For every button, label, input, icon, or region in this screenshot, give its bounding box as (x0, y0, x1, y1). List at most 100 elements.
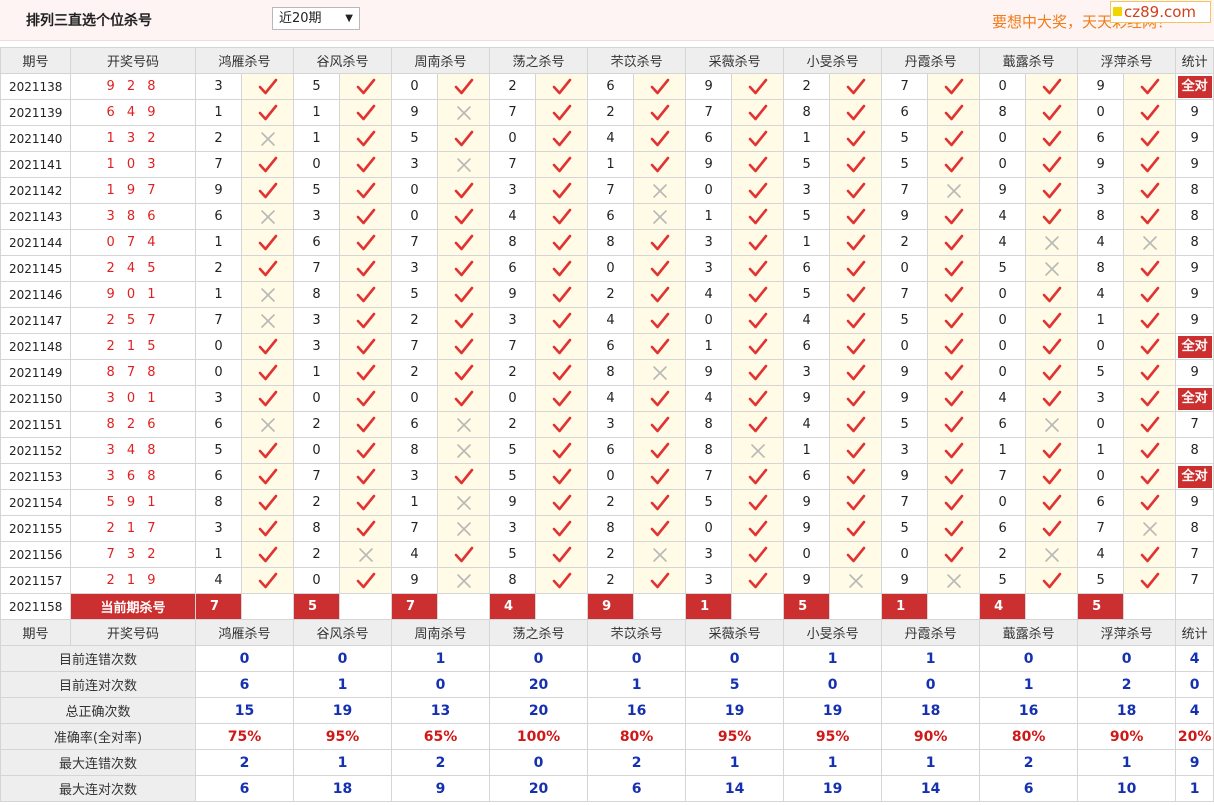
check-icon (846, 286, 865, 302)
kill-number-cell: 7 (293, 255, 341, 282)
period-cell: 2021150 (0, 385, 71, 412)
result-mark-cell (633, 229, 687, 256)
summary-value: 1 (783, 645, 883, 672)
cross-icon (1142, 235, 1157, 250)
column-header-period: 期号 (0, 619, 71, 646)
result-mark-cell (339, 515, 393, 542)
kill-number-cell: 9 (685, 151, 733, 178)
result-mark-cell (1123, 177, 1177, 204)
summary-label: 最大连对次数 (0, 775, 196, 802)
result-mark-cell (731, 99, 785, 126)
cross-icon (456, 443, 471, 458)
period-cell: 2021151 (0, 411, 71, 438)
check-icon (356, 260, 375, 276)
kill-number-cell: 2 (979, 541, 1027, 568)
kill-number-cell: 0 (685, 307, 733, 334)
kill-number-cell: 4 (587, 125, 635, 152)
check-icon (356, 338, 375, 354)
check-icon (944, 260, 963, 276)
summary-value: 75% (194, 723, 295, 750)
summary-label: 目前连对次数 (0, 671, 196, 698)
result-mark-cell (829, 99, 883, 126)
result-mark-cell (535, 99, 589, 126)
stat-cell: 9 (1175, 307, 1214, 334)
result-mark-cell (1123, 385, 1177, 412)
site-logo[interactable]: cz89.com (1110, 1, 1211, 23)
kill-number-cell: 6 (587, 203, 635, 230)
check-icon (1140, 156, 1159, 172)
stat-cell: 7 (1175, 411, 1214, 438)
kill-number-cell: 1 (195, 541, 242, 568)
table-row: 2021149 8 7 801228939059 (0, 359, 1214, 386)
result-mark-cell (535, 489, 589, 516)
check-icon (1140, 78, 1159, 94)
check-icon (944, 546, 963, 562)
kill-number-cell: 5 (1077, 359, 1125, 386)
result-mark-cell (437, 489, 491, 516)
kill-number-cell: 2 (293, 541, 341, 568)
kill-number-cell: 0 (979, 307, 1027, 334)
kill-number-cell: 5 (979, 255, 1027, 282)
current-kill-spacer (437, 593, 491, 620)
summary-value: 16 (587, 697, 687, 724)
kill-number-cell: 2 (391, 307, 439, 334)
column-header-expert: 浮萍杀号 (1077, 47, 1177, 74)
kill-number-cell: 3 (391, 255, 439, 282)
result-mark-cell (829, 255, 883, 282)
result-mark-cell (731, 385, 785, 412)
summary-value: 95% (685, 723, 785, 750)
check-icon (748, 104, 767, 120)
kill-number-cell: 6 (195, 463, 242, 490)
check-icon (944, 338, 963, 354)
result-mark-cell (927, 463, 981, 490)
summary-row: 准确率(全对率) 75% 95% 65% 100% 80% 95% 95% 90% 80% 90% 2… (0, 723, 1214, 750)
cross-icon (1044, 547, 1059, 562)
kill-number-cell: 3 (489, 177, 537, 204)
result-mark-cell (1025, 229, 1079, 256)
result-mark-cell (339, 125, 393, 152)
check-icon (1140, 494, 1159, 510)
kill-number-cell: 6 (979, 515, 1027, 542)
cross-icon (652, 209, 667, 224)
result-mark-cell (829, 359, 883, 386)
current-kill-number: 1 (685, 593, 733, 620)
result-mark-cell (437, 99, 491, 126)
result-mark-cell (927, 359, 981, 386)
result-mark-cell (829, 385, 883, 412)
summary-stat-value: 4 (1175, 697, 1214, 724)
summary-value: 19 (293, 697, 393, 724)
check-icon (944, 286, 963, 302)
period-range-select[interactable]: 近20期 ▼ (272, 7, 360, 30)
kill-number-cell: 8 (391, 437, 439, 464)
check-icon (846, 208, 865, 224)
kill-number-cell: 3 (489, 307, 537, 334)
check-icon (356, 234, 375, 250)
check-icon (1140, 572, 1159, 588)
check-icon (552, 416, 571, 432)
kill-number-cell: 2 (195, 125, 242, 152)
period-range-value: 近20期 (279, 11, 322, 26)
table-header-row: 期号 开奖号码 鸿雁杀号 谷风杀号 周南杀号 荡之杀号 芣苡杀号 采薇杀号 小旻杀号 丹霞杀号 蕺露… (0, 619, 1214, 646)
result-mark-cell (633, 437, 687, 464)
result-mark-cell (731, 489, 785, 516)
check-icon (552, 442, 571, 458)
result-mark-cell (339, 333, 393, 360)
summary-value: 20 (489, 671, 589, 698)
cross-icon (456, 521, 471, 536)
check-icon (1140, 104, 1159, 120)
summary-value: 0 (489, 749, 589, 776)
result-mark-cell (927, 437, 981, 464)
result-mark-cell (633, 463, 687, 490)
summary-row: 目前连错次数 0 0 1 0 0 0 1 1 0 0 4 (0, 645, 1214, 672)
check-icon (650, 312, 669, 328)
kill-number-cell: 6 (783, 463, 831, 490)
check-icon (552, 156, 571, 172)
kill-number-cell: 4 (685, 281, 733, 308)
check-icon (454, 286, 473, 302)
kill-number-cell: 5 (391, 281, 439, 308)
kill-number-cell: 0 (195, 333, 242, 360)
result-mark-cell (240, 385, 295, 412)
table-row: 2021153 3 6 8 6 7 3 5 0 7 6 9 7 0 全对 (0, 463, 1214, 490)
result-mark-cell (829, 515, 883, 542)
summary-value: 18 (293, 775, 393, 802)
